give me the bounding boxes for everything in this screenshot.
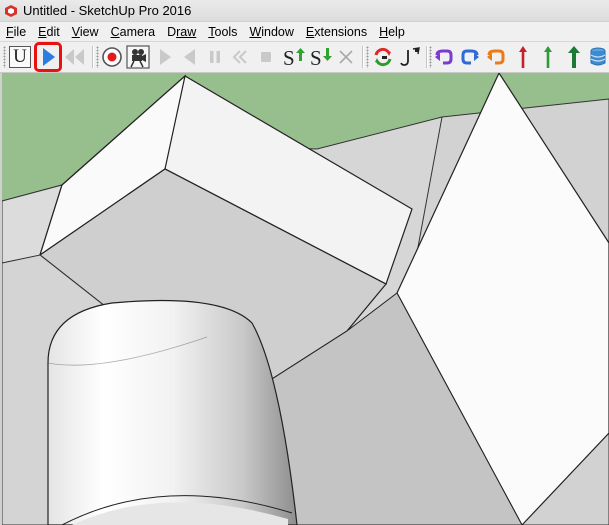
- menu-camera[interactable]: Camera: [105, 25, 161, 39]
- play-disabled-icon: [160, 49, 171, 65]
- menu-edit[interactable]: Edit: [32, 25, 66, 39]
- menu-tools[interactable]: Tools: [202, 25, 243, 39]
- scene-up-button[interactable]: S: [280, 45, 306, 70]
- menu-extensions-label: xtensions: [314, 24, 368, 39]
- arrow-up-green-icon: [544, 46, 552, 68]
- menu-window-label: indow: [261, 24, 294, 39]
- arrow-up-green-icon: [296, 48, 305, 61]
- close-icon: [339, 50, 353, 64]
- double-chevron-left-icon: [232, 50, 247, 64]
- menu-tools-label: ools: [214, 24, 238, 39]
- rewind-scene-button[interactable]: [228, 45, 252, 69]
- menu-edit-accel: E: [38, 24, 47, 39]
- refresh-button[interactable]: [371, 45, 395, 69]
- rotate-orange-icon: [487, 49, 505, 65]
- pause-button[interactable]: [203, 45, 227, 69]
- model-scene: [2, 73, 609, 525]
- menu-window-accel: W: [249, 24, 262, 39]
- menu-view-accel: V: [71, 24, 80, 39]
- pause-icon: [210, 51, 220, 63]
- refresh-icon: [374, 47, 392, 67]
- record-icon: [102, 47, 122, 67]
- move-up-green-button[interactable]: [536, 45, 560, 69]
- rotate-blue-icon: [461, 49, 479, 65]
- rewind-button[interactable]: [62, 45, 86, 69]
- rotate-left-purple-button[interactable]: [432, 45, 456, 69]
- menu-bar: File Edit View Camera Draw Tools Window …: [0, 22, 609, 41]
- rewind-icon: [65, 49, 84, 65]
- window-title: Untitled - SketchUp Pro 2016: [23, 3, 192, 18]
- menu-extensions-accel: E: [305, 24, 315, 39]
- toolbar-grip[interactable]: [3, 46, 6, 68]
- toolbar-separator: [426, 46, 427, 68]
- menu-view-label: iew: [79, 24, 99, 39]
- move-up-red-button[interactable]: [511, 45, 535, 69]
- layers-cylinder-icon: [590, 47, 606, 66]
- menu-edit-label: dit: [46, 24, 60, 39]
- scene-down-label: S: [310, 46, 322, 70]
- move-up-dark-green-button[interactable]: [562, 45, 586, 69]
- animation-toolbar: U S S: [0, 41, 609, 73]
- menu-draw[interactable]: Draw: [161, 25, 202, 39]
- menu-file-accel: F: [6, 24, 14, 39]
- rotate-orange-button[interactable]: [484, 45, 508, 69]
- rotate-purple-icon: [435, 49, 453, 65]
- sketchup-logo-icon: [3, 3, 19, 19]
- menu-file[interactable]: File: [0, 25, 32, 39]
- arrow-up-red-icon: [519, 46, 527, 68]
- menu-window[interactable]: Window: [243, 25, 299, 39]
- camera-record-button[interactable]: [126, 45, 150, 69]
- stop-button[interactable]: [254, 45, 278, 69]
- menu-extensions[interactable]: Extensions: [300, 25, 373, 39]
- highlight-box: [34, 42, 62, 72]
- menu-camera-accel: C: [110, 24, 120, 39]
- scene-up-icon: S: [281, 46, 305, 70]
- rotate-blue-button[interactable]: [458, 45, 482, 69]
- model-viewport[interactable]: [0, 73, 609, 525]
- curve-tool-button[interactable]: [398, 45, 422, 69]
- scene-up-label: S: [283, 46, 295, 70]
- menu-camera-label: amera: [119, 24, 156, 39]
- record-button[interactable]: [100, 45, 124, 69]
- u-toolbar-button[interactable]: U: [8, 45, 32, 69]
- toolbar-separator: [92, 46, 93, 68]
- menu-help[interactable]: Help: [373, 25, 411, 39]
- toolbar-grip[interactable]: [96, 46, 99, 68]
- toolbar-separator: [362, 46, 363, 68]
- back-disabled-icon: [184, 49, 195, 65]
- u-label: U: [13, 46, 27, 67]
- menu-draw-first: D: [167, 24, 177, 39]
- menu-help-accel: H: [379, 24, 389, 39]
- next-scene-button[interactable]: [153, 45, 177, 69]
- movie-camera-icon: [126, 45, 150, 69]
- menu-view[interactable]: View: [66, 25, 105, 39]
- title-bar: Untitled - SketchUp Pro 2016: [0, 0, 609, 22]
- menu-help-label: elp: [388, 24, 405, 39]
- u-icon: U: [9, 46, 31, 68]
- menu-draw-rest: raw: [176, 24, 197, 39]
- hook-curve-icon: [400, 47, 420, 66]
- scene-down-button[interactable]: S: [307, 45, 333, 70]
- toolbar-grip[interactable]: [366, 46, 369, 68]
- menu-file-label: ile: [13, 24, 27, 39]
- layers-button[interactable]: [586, 45, 609, 69]
- delete-scene-button[interactable]: [334, 45, 358, 69]
- arrow-up-dark-green-icon: [568, 46, 580, 68]
- menu-draw-label: Draw: [167, 25, 196, 39]
- scene-down-icon: S: [308, 46, 332, 70]
- stop-icon: [261, 52, 271, 62]
- previous-scene-button[interactable]: [178, 45, 202, 69]
- arrow-down-green-icon: [323, 48, 332, 61]
